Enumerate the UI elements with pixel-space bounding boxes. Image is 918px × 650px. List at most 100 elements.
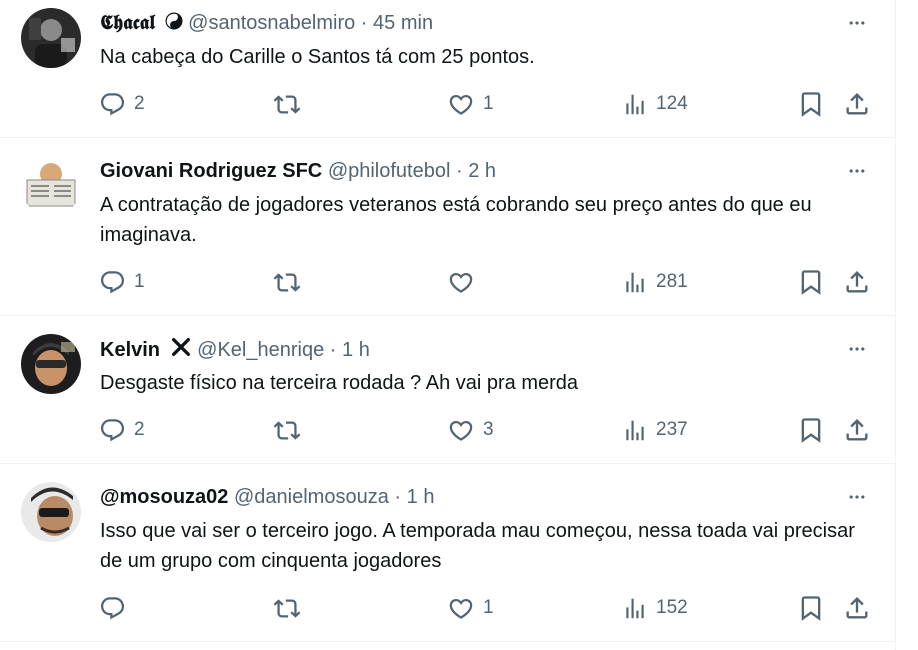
tweet[interactable]: @mosouza02 @danielmosouza · 1 h Isso que… [0,464,896,642]
reply-button[interactable] [99,594,134,622]
share-button[interactable] [843,594,871,622]
reply-icon [99,269,126,296]
views-button[interactable]: 237 [622,416,688,444]
views-button[interactable]: 281 [622,268,688,296]
separator-dot: · [360,12,368,34]
separator-dot: · [394,486,402,508]
timestamp[interactable]: 2 h [468,160,496,182]
retweet-button[interactable] [273,90,309,118]
view-count: 124 [656,93,688,114]
share-icon [843,416,871,444]
avatar[interactable] [21,156,81,216]
more-options-button[interactable] [843,339,871,359]
separator-dot: · [455,160,463,182]
reply-button[interactable]: 1 [99,268,145,296]
divider [0,641,896,642]
share-button[interactable] [843,268,871,296]
view-count: 152 [656,597,688,618]
bar-chart-icon [622,595,648,622]
bar-chart-icon [622,269,648,296]
separator-dot: · [329,338,337,361]
display-name[interactable]: @mosouza02 [100,486,228,508]
share-button[interactable] [843,416,871,444]
bookmark-button[interactable] [797,416,825,444]
share-icon [843,90,871,118]
view-count: 281 [656,271,688,292]
bookmark-icon [797,594,825,622]
tweet-text: Isso que vai ser o terceiro jogo. A temp… [100,520,855,572]
user-handle[interactable]: @santosnabelmiro [188,12,355,34]
views-button[interactable]: 124 [622,90,688,118]
avatar[interactable] [21,482,81,542]
retweet-button[interactable] [273,416,309,444]
heart-icon [447,269,475,296]
more-icon [843,13,871,33]
avatar[interactable] [21,8,81,68]
view-count: 237 [656,419,688,440]
share-button[interactable] [843,90,871,118]
column-border [895,0,896,650]
tweet-header: Giovani Rodriguez SFC @philofutebol · 2 … [100,158,496,184]
more-icon [843,339,871,359]
tweet[interactable]: Giovani Rodriguez SFC @philofutebol · 2 … [0,138,896,316]
bookmark-button[interactable] [797,594,825,622]
timestamp[interactable]: 1 h [342,339,370,361]
tweet-text: Desgaste físico na terceira rodada ? Ah … [100,372,579,394]
timestamp[interactable]: 1 h [407,486,435,508]
tweet-header: 𝕮𝖍𝖆𝖈𝖆𝖑 @santosnabelmiro · 45 min [100,10,433,36]
user-handle[interactable]: @danielmosouza [234,486,389,508]
more-options-button[interactable] [843,487,871,507]
bookmark-button[interactable] [797,268,825,296]
x-mark-icon [170,336,192,365]
reply-count: 1 [134,271,145,292]
share-icon [843,594,871,622]
retweet-icon [273,595,301,622]
like-button[interactable]: 1 [447,594,494,622]
reply-icon [99,595,126,622]
retweet-icon [273,91,301,118]
tweet[interactable]: 𝕮𝖍𝖆𝖈𝖆𝖑 @santosnabelmiro · 45 min Na cabe… [0,0,896,138]
tweet-header: @mosouza02 @danielmosouza · 1 h [100,484,434,510]
like-button[interactable] [447,268,483,296]
like-button[interactable]: 3 [447,416,494,444]
reply-icon [99,417,126,444]
views-button[interactable]: 152 [622,594,688,622]
bar-chart-icon [622,417,648,444]
tweet-text: Na cabeça do Carille o Santos tá com 25 … [100,46,535,68]
retweet-button[interactable] [273,268,309,296]
more-options-button[interactable] [843,13,871,33]
yin-yang-icon [165,11,183,37]
bookmark-button[interactable] [797,90,825,118]
retweet-icon [273,417,301,444]
heart-icon [447,91,475,118]
timeline-feed: 𝕮𝖍𝖆𝖈𝖆𝖑 @santosnabelmiro · 45 min Na cabe… [0,0,896,650]
like-count: 3 [483,419,494,440]
display-name[interactable]: 𝕮𝖍𝖆𝖈𝖆𝖑 [100,12,155,34]
more-icon [843,161,871,181]
user-handle[interactable]: @Kel_henriqe [197,339,324,361]
reply-count: 2 [134,93,145,114]
like-count: 1 [483,597,494,618]
bookmark-icon [797,268,825,296]
more-icon [843,487,871,507]
heart-icon [447,417,475,444]
reply-button[interactable]: 2 [99,416,145,444]
tweet[interactable]: Kelvin @Kel_henriqe · 1 h Desgaste físic… [0,316,896,464]
user-handle[interactable]: @philofutebol [328,160,451,182]
tweet-header: Kelvin @Kel_henriqe · 1 h [100,336,370,362]
retweet-icon [273,269,301,296]
tweet-text: A contratação de jogadores veteranos est… [100,194,812,246]
display-name[interactable]: Giovani Rodriguez SFC [100,160,322,182]
more-options-button[interactable] [843,161,871,181]
heart-icon [447,595,475,622]
share-icon [843,268,871,296]
avatar[interactable] [21,334,81,394]
reply-button[interactable]: 2 [99,90,145,118]
bookmark-icon [797,416,825,444]
timestamp[interactable]: 45 min [373,12,433,34]
display-name[interactable]: Kelvin [100,339,160,361]
reply-count: 2 [134,419,145,440]
retweet-button[interactable] [273,594,309,622]
like-count: 1 [483,93,494,114]
like-button[interactable]: 1 [447,90,494,118]
